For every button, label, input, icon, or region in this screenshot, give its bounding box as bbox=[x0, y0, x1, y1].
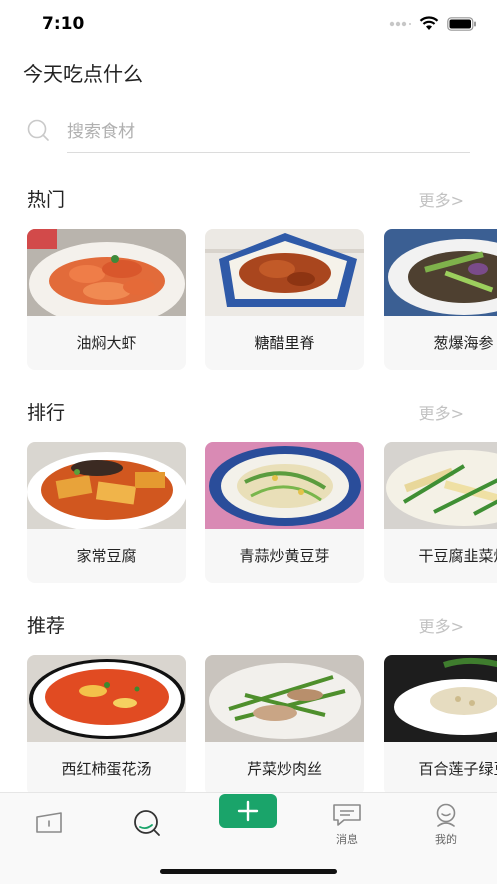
recipe-image-home-style-tofu bbox=[27, 442, 186, 529]
status-bar: 7:10 bbox=[0, 0, 497, 50]
recipe-card[interactable]: 百合莲子绿豆 bbox=[384, 655, 497, 796]
card-list: 西红柿蛋花汤 芹菜炒肉丝 百合莲子绿豆 bbox=[27, 655, 497, 798]
status-time: 7:10 bbox=[42, 14, 85, 34]
recipe-image-soybean-sprouts bbox=[205, 442, 364, 529]
recipe-name: 油焖大虾 bbox=[76, 334, 137, 352]
recipe-name: 家常豆腐 bbox=[76, 547, 137, 565]
status-icons bbox=[389, 16, 477, 31]
card-list: 油焖大虾 糖醋里脊 葱爆海参 bbox=[27, 229, 497, 372]
recipe-name: 干豆腐韭菜炒 bbox=[418, 547, 497, 565]
recipe-card[interactable]: 干豆腐韭菜炒 bbox=[384, 442, 497, 583]
tab-label: 我的 bbox=[435, 833, 457, 846]
card-list: 家常豆腐 青蒜炒黄豆芽 干豆腐韭菜炒 bbox=[27, 442, 497, 585]
discover-icon bbox=[134, 810, 160, 836]
tab-home[interactable] bbox=[19, 803, 79, 847]
section-title: 热门 bbox=[27, 189, 66, 211]
recipe-name: 芹菜炒肉丝 bbox=[246, 760, 322, 778]
section-hot: 热门 更多> 油焖大虾 糖醋里脊 葱爆海参 bbox=[0, 185, 497, 385]
recipe-image-sweet-sour-pork bbox=[205, 229, 364, 316]
recipe-image-lotus-mung-bean bbox=[384, 655, 497, 742]
search-icon bbox=[27, 119, 49, 141]
recipe-image-celery-pork bbox=[205, 655, 364, 742]
recipe-card[interactable]: 糖醋里脊 bbox=[205, 229, 364, 370]
battery-icon bbox=[447, 16, 476, 31]
search-input[interactable] bbox=[67, 112, 470, 153]
recipe-image-tomato-egg-soup bbox=[27, 655, 186, 742]
more-link[interactable]: 更多> bbox=[419, 187, 464, 211]
recipe-card[interactable]: 油焖大虾 bbox=[27, 229, 186, 370]
recipe-card[interactable]: 西红柿蛋花汤 bbox=[27, 655, 186, 796]
home-indicator bbox=[160, 869, 337, 874]
recipe-image-tofu-chives bbox=[384, 442, 497, 529]
recipe-card[interactable]: 葱爆海参 bbox=[384, 229, 497, 370]
plus-icon bbox=[237, 800, 259, 822]
more-link[interactable]: 更多> bbox=[419, 400, 464, 424]
recipe-image-braised-prawns bbox=[27, 229, 186, 316]
recipe-name: 葱爆海参 bbox=[433, 334, 494, 352]
recipe-card[interactable]: 芹菜炒肉丝 bbox=[205, 655, 364, 796]
tab-profile[interactable]: 我的 bbox=[416, 803, 476, 847]
home-icon bbox=[36, 812, 62, 833]
add-recipe-button[interactable] bbox=[219, 794, 277, 828]
recipe-name: 糖醋里脊 bbox=[254, 334, 315, 352]
recipe-name: 西红柿蛋花汤 bbox=[61, 760, 152, 778]
search-bar[interactable] bbox=[26, 112, 470, 154]
tab-messages[interactable]: 消息 bbox=[317, 803, 377, 847]
recipe-name: 青蒜炒黄豆芽 bbox=[239, 547, 330, 565]
signal-icon bbox=[389, 21, 411, 26]
recipe-name: 百合莲子绿豆 bbox=[418, 760, 497, 778]
recipe-image-sea-cucumber bbox=[384, 229, 497, 316]
page-title: 今天吃点什么 bbox=[23, 62, 143, 86]
message-icon bbox=[333, 804, 361, 826]
recipe-card[interactable]: 青蒜炒黄豆芽 bbox=[205, 442, 364, 583]
wifi-icon bbox=[419, 16, 439, 30]
profile-icon bbox=[436, 803, 456, 827]
section-title: 推荐 bbox=[27, 615, 66, 637]
tab-label: 消息 bbox=[336, 833, 358, 846]
more-link[interactable]: 更多> bbox=[419, 613, 464, 637]
section-ranking: 排行 更多> 家常豆腐 青蒜炒黄豆芽 干豆腐韭菜 bbox=[0, 398, 497, 598]
recipe-card[interactable]: 家常豆腐 bbox=[27, 442, 186, 583]
section-recommend: 推荐 更多> 西红柿蛋花汤 芹菜炒肉丝 百合莲子绿 bbox=[0, 611, 497, 811]
tab-discover[interactable] bbox=[117, 803, 177, 847]
section-title: 排行 bbox=[27, 402, 66, 424]
